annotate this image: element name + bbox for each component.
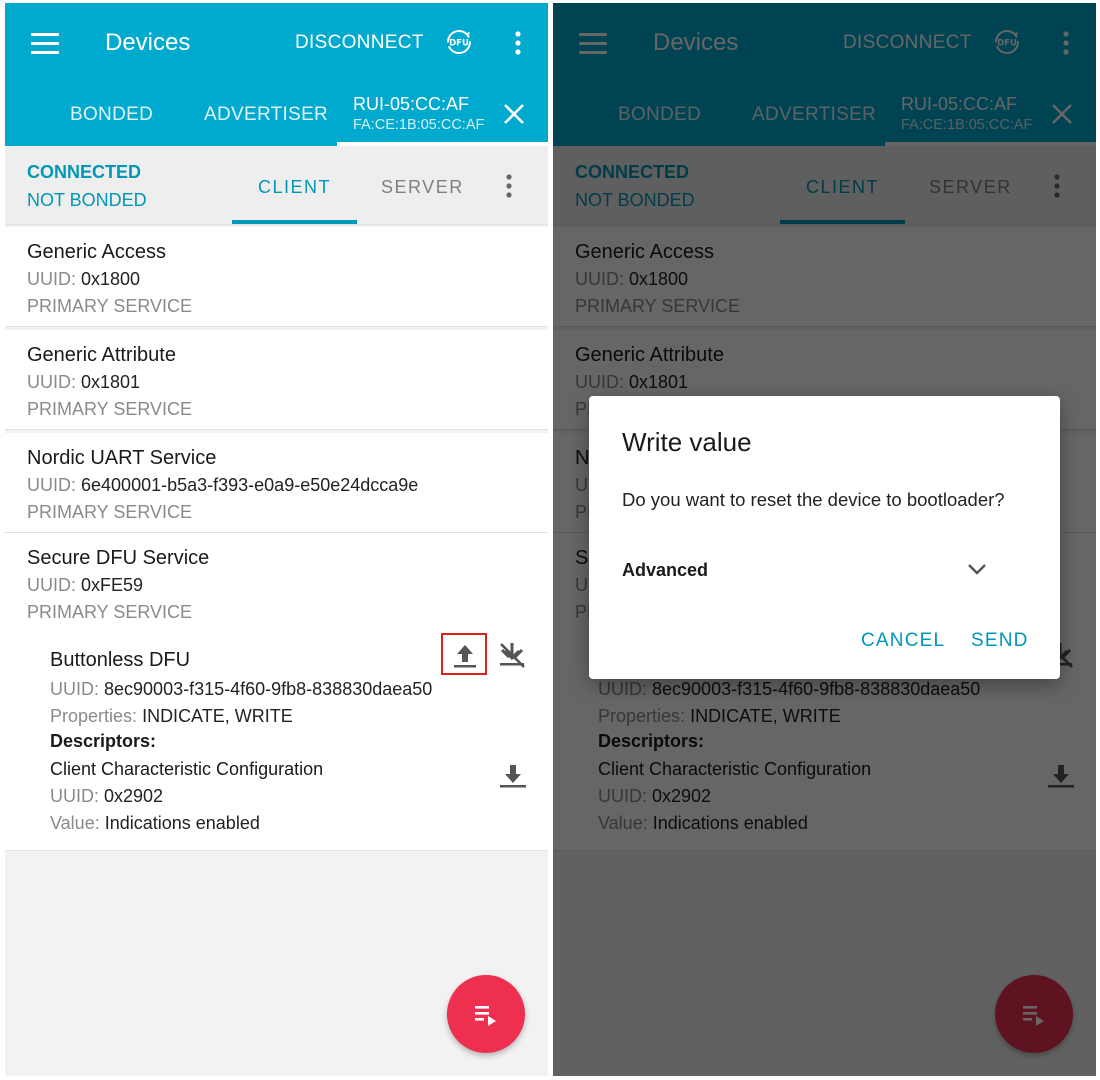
app-bar: Devices DISCONNECT DFU BONDED ADVERTISER… — [5, 3, 548, 146]
connection-state: CONNECTED — [27, 162, 142, 182]
characteristic-uuid: UUID: 8ec90003-f315-4f60-9fb8-838830daea… — [50, 679, 432, 700]
upload-icon — [454, 645, 476, 668]
disconnect-button[interactable]: DISCONNECT — [295, 32, 424, 54]
service-nordic-uart[interactable]: Nordic UART Service UUID: 6e400001-b5a3-… — [5, 433, 548, 533]
dialog-message: Do you want to reset the device to bootl… — [622, 489, 1005, 510]
characteristic-properties: Properties: INDICATE, WRITE — [50, 706, 293, 727]
service-type: PRIMARY SERVICE — [27, 502, 193, 522]
playlist-play-icon — [475, 1006, 496, 1026]
more-vert-icon[interactable] — [507, 29, 529, 57]
service-secure-dfu[interactable]: Secure DFU Service UUID: 0xFE59 PRIMARY … — [5, 533, 548, 851]
tab-advertiser[interactable]: ADVERTISER — [204, 104, 328, 126]
uuid-value: 0x1801 — [81, 372, 141, 392]
descriptor-name: Client Characteristic Configuration — [50, 759, 324, 779]
uuid-value: 0xFE59 — [81, 575, 144, 595]
write-value-dialog: Write value Do you want to reset the dev… — [589, 396, 1060, 679]
tab-device-active[interactable]: RUI-05:CC:AF FA:CE:1B:05:CC:AF — [353, 94, 484, 133]
client-tab-indicator — [232, 220, 357, 224]
log-fab-button[interactable] — [447, 975, 525, 1053]
service-name: Generic Attribute — [27, 344, 176, 366]
service-name: Secure DFU Service — [27, 547, 210, 569]
service-type: PRIMARY SERVICE — [27, 602, 193, 622]
screen-left: Devices DISCONNECT DFU BONDED ADVERTISER… — [5, 3, 548, 1076]
more-vert-icon[interactable] — [499, 172, 519, 200]
value-label: Value: — [50, 813, 100, 833]
service-type: PRIMARY SERVICE — [27, 399, 193, 419]
uuid-label: UUID: — [27, 575, 76, 595]
send-button[interactable]: SEND — [971, 630, 1029, 652]
uuid-label: UUID: — [27, 475, 76, 495]
service-uuid: UUID: 6e400001-b5a3-f393-e0a9-e50e24dcca… — [27, 475, 418, 496]
uuid-value: 0x1800 — [81, 269, 141, 289]
chevron-down-icon[interactable] — [967, 562, 987, 576]
download-icon[interactable] — [499, 761, 527, 789]
service-name: Generic Access — [27, 241, 166, 263]
properties-label: Properties: — [50, 706, 138, 726]
descriptor-value: Value: Indications enabled — [50, 813, 260, 834]
hamburger-menu-icon[interactable] — [31, 33, 59, 54]
uuid-value: 0x2902 — [104, 786, 164, 806]
close-icon[interactable] — [503, 103, 525, 125]
value-text: Indications enabled — [104, 813, 260, 833]
tab-server[interactable]: SERVER — [381, 177, 464, 198]
service-generic-access[interactable]: Generic Access UUID: 0x1800 PRIMARY SERV… — [5, 227, 548, 327]
service-uuid: UUID: 0x1801 — [27, 372, 140, 393]
advanced-toggle[interactable]: Advanced — [622, 560, 708, 581]
properties-value: INDICATE, WRITE — [142, 706, 293, 726]
app-title: Devices — [105, 29, 191, 56]
uuid-value: 6e400001-b5a3-f393-e0a9-e50e24dcca9e — [81, 475, 419, 495]
dialog-title: Write value — [622, 427, 752, 457]
uuid-value: 8ec90003-f315-4f60-9fb8-838830daea50 — [104, 679, 433, 699]
connection-bar: CONNECTED NOT BONDED CLIENT SERVER — [5, 146, 548, 225]
indications-off-icon[interactable] — [497, 641, 527, 669]
descriptor-uuid: UUID: 0x2902 — [50, 786, 163, 807]
characteristic-name: Buttonless DFU — [50, 649, 191, 671]
service-generic-attribute[interactable]: Generic Attribute UUID: 0x1801 PRIMARY S… — [5, 330, 548, 430]
uuid-label: UUID: — [50, 786, 99, 806]
device-tab-address: FA:CE:1B:05:CC:AF — [353, 117, 485, 133]
tab-bonded[interactable]: BONDED — [70, 104, 153, 126]
write-value-button[interactable] — [441, 633, 487, 675]
dfu-icon[interactable]: DFU — [445, 28, 473, 56]
tab-client[interactable]: CLIENT — [258, 177, 331, 198]
service-uuid: UUID: 0xFE59 — [27, 575, 143, 596]
uuid-label: UUID: — [27, 372, 76, 392]
device-tab-name: RUI-05:CC:AF — [353, 94, 470, 114]
uuid-label: UUID: — [27, 269, 76, 289]
screen-right: Devices DISCONNECT DFU BONDED ADVERTISER… — [553, 3, 1096, 1076]
descriptors-heading: Descriptors: — [50, 731, 157, 751]
cancel-button[interactable]: CANCEL — [861, 630, 945, 652]
service-name: Nordic UART Service — [27, 447, 217, 469]
dfu-icon-label: DFU — [449, 39, 469, 49]
service-uuid: UUID: 0x1800 — [27, 269, 140, 290]
bond-state: NOT BONDED — [27, 190, 147, 210]
service-type: PRIMARY SERVICE — [27, 296, 193, 316]
uuid-label: UUID: — [50, 679, 99, 699]
